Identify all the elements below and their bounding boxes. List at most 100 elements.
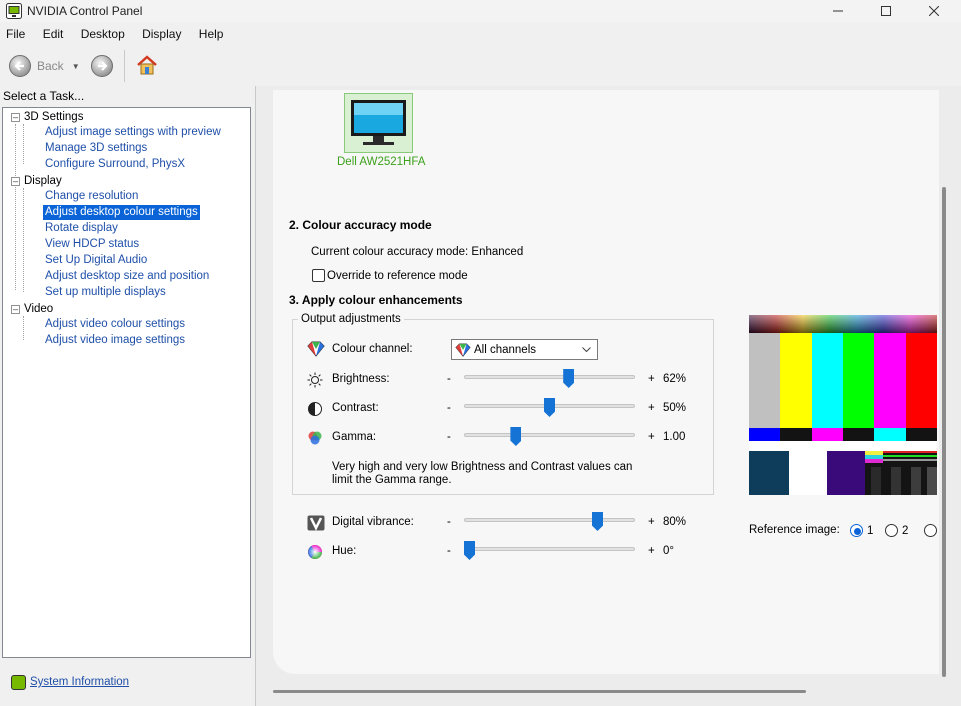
sun-icon: [307, 372, 323, 388]
gamma-icon: [307, 430, 323, 446]
brightness-label: Brightness:: [332, 373, 390, 385]
gamma-value: 1.00: [663, 431, 686, 443]
menu-edit[interactable]: Edit: [43, 27, 64, 41]
gamma-label: Gamma:: [332, 431, 377, 443]
menu-display[interactable]: Display: [142, 27, 181, 41]
reference-radio-2-label: 2: [902, 525, 909, 537]
system-info-icon: [11, 675, 26, 690]
sidebar-item-desktop-size[interactable]: Adjust desktop size and position: [43, 269, 211, 284]
hue-slider-track[interactable]: [464, 547, 635, 551]
maximize-icon: [881, 6, 891, 16]
maximize-button[interactable]: [863, 0, 909, 22]
back-button[interactable]: Back ▼: [9, 55, 80, 77]
hue-icon: [307, 544, 323, 560]
reference-radio-1-label: 1: [867, 525, 874, 537]
monitor-tile[interactable]: [344, 93, 413, 153]
brightness-value: 62%: [663, 373, 687, 385]
sidebar-item-adjust-desktop-colour[interactable]: Adjust desktop colour settings: [43, 205, 200, 220]
reference-radio-2[interactable]: [885, 524, 898, 537]
reference-image-label: Reference image:: [749, 524, 840, 536]
output-adjustments-label: Output adjustments: [298, 313, 404, 325]
sidebar-item-video-colour[interactable]: Adjust video colour settings: [43, 317, 187, 332]
gamma-slider-track[interactable]: [464, 433, 635, 437]
forward-arrow-icon: [98, 61, 108, 71]
gamma-range-note: Very high and very low Brightness and Co…: [332, 461, 633, 486]
brightness-minus: -: [447, 373, 451, 385]
collapse-icon[interactable]: –: [11, 176, 20, 186]
sidebar-item-change-resolution[interactable]: Change resolution: [43, 189, 140, 204]
back-dropdown-icon[interactable]: ▼: [72, 62, 80, 71]
sidebar-item-digital-audio[interactable]: Set Up Digital Audio: [43, 253, 149, 268]
window-title: NVIDIA Control Panel: [27, 4, 143, 18]
task-header: Select a Task...: [3, 89, 85, 103]
vibrance-icon: [307, 515, 325, 531]
tree-connector: [23, 316, 24, 340]
contrast-plus: +: [648, 402, 655, 414]
toolbar-divider: [124, 50, 125, 82]
tree-connector: [23, 188, 24, 292]
home-icon[interactable]: [135, 53, 159, 77]
override-label: Override to reference mode: [327, 270, 468, 282]
sidebar-item-rotate-display[interactable]: Rotate display: [43, 221, 120, 236]
horizontal-scrollbar[interactable]: [273, 690, 806, 693]
sidebar-item-video-image[interactable]: Adjust video image settings: [43, 333, 187, 348]
monitor-icon: [351, 100, 406, 145]
nvidia-app-icon: [6, 3, 22, 19]
section-colour-accuracy-title: 2. Colour accuracy mode: [289, 218, 432, 232]
minimize-icon: [833, 10, 843, 12]
hue-label: Hue:: [332, 545, 357, 557]
minimize-button[interactable]: [815, 0, 861, 22]
gamma-minus: -: [447, 431, 451, 443]
back-label: Back: [37, 59, 64, 73]
close-icon: [929, 6, 939, 16]
reference-radio-1[interactable]: [850, 524, 863, 537]
gamma-plus: +: [648, 431, 655, 443]
vertical-scrollbar[interactable]: [942, 187, 946, 677]
menu-help[interactable]: Help: [199, 27, 224, 41]
forward-button[interactable]: [91, 55, 113, 77]
colour-channel-select[interactable]: All channels: [451, 339, 598, 360]
sidebar-item-adjust-image-settings[interactable]: Adjust image settings with preview: [43, 125, 223, 140]
menu-file[interactable]: File: [6, 27, 25, 41]
sidebar-item-multiple-displays[interactable]: Set up multiple displays: [43, 285, 168, 300]
digital-vibrance-value: 80%: [663, 516, 687, 528]
hue-value: 0°: [663, 545, 674, 557]
monitor-name: Dell AW2521HFA: [337, 156, 426, 168]
all-channels-icon: [455, 342, 471, 357]
collapse-icon[interactable]: –: [11, 112, 20, 122]
override-checkbox[interactable]: [312, 269, 325, 282]
back-arrow-icon: [9, 55, 31, 77]
sidebar-item-view-hdcp[interactable]: View HDCP status: [43, 237, 141, 252]
tree-category-display[interactable]: – Display: [11, 173, 62, 189]
reference-test-image: [749, 315, 937, 495]
brightness-plus: +: [648, 373, 655, 385]
close-button[interactable]: [911, 0, 957, 22]
hue-gradient-shade: [749, 315, 937, 333]
tree-category-video[interactable]: – Video: [11, 301, 53, 317]
hue-minus: -: [447, 545, 451, 557]
task-tree: – 3D Settings Adjust image settings with…: [2, 107, 251, 658]
system-information-link[interactable]: System Information: [30, 676, 129, 688]
colour-channel-icon: [307, 341, 325, 357]
menu-bar: File Edit Desktop Display Help: [0, 24, 961, 44]
collapse-icon[interactable]: –: [11, 304, 20, 314]
digital-vibrance-slider-track[interactable]: [464, 518, 635, 522]
colour-bars: [749, 333, 937, 428]
reference-radio-3[interactable]: [924, 524, 937, 537]
tree-category-3d-settings[interactable]: – 3D Settings: [11, 109, 83, 125]
contrast-label: Contrast:: [332, 402, 379, 414]
tree-connector: [23, 124, 24, 164]
tree-connector: [15, 124, 16, 290]
separator-strip: [749, 441, 937, 451]
colour-channel-value: All channels: [474, 343, 537, 356]
brightness-slider-track[interactable]: [464, 375, 635, 379]
menu-desktop[interactable]: Desktop: [81, 27, 125, 41]
digital-vibrance-minus: -: [447, 516, 451, 528]
contrast-value: 50%: [663, 402, 687, 414]
reverse-bars: [749, 428, 937, 441]
sidebar-item-configure-surround[interactable]: Configure Surround, PhysX: [43, 157, 187, 172]
sidebar-item-manage-3d-settings[interactable]: Manage 3D settings: [43, 141, 149, 156]
colour-channel-label: Colour channel:: [332, 343, 413, 355]
digital-vibrance-label: Digital vibrance:: [332, 516, 414, 528]
pluge-bars: [749, 451, 937, 495]
